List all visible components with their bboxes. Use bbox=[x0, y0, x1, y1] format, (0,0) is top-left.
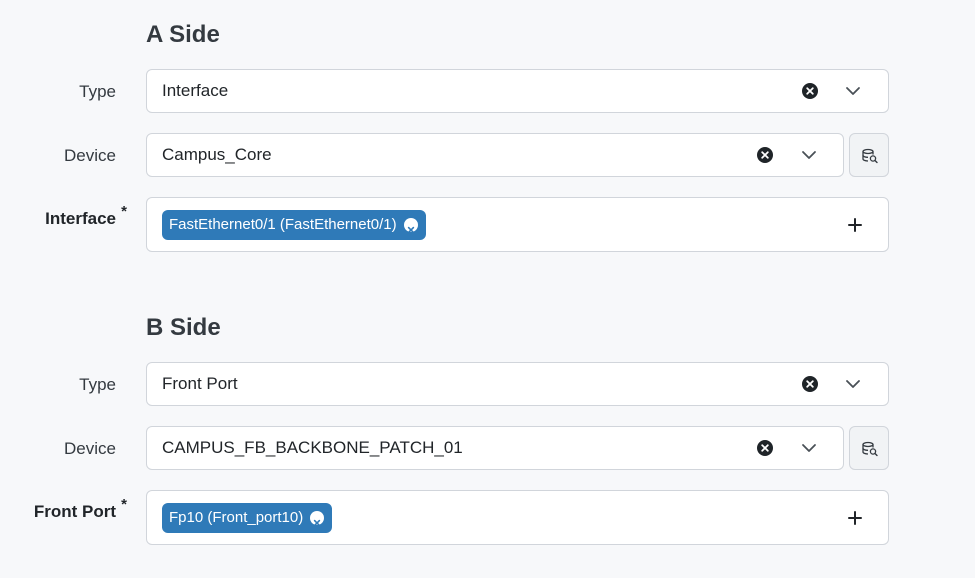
a-side-title: A Side bbox=[146, 21, 220, 48]
a-side-device-value: Campus_Core bbox=[162, 145, 272, 164]
chevron-down-icon[interactable] bbox=[844, 82, 862, 100]
b-side-type-select[interactable]: Front Port bbox=[146, 362, 889, 406]
a-side-device-select[interactable]: Campus_Core bbox=[146, 133, 844, 177]
b-side-front-port-label-text: Front Port bbox=[33, 502, 116, 521]
plus-icon[interactable] bbox=[847, 217, 863, 233]
chevron-down-icon[interactable] bbox=[844, 375, 862, 393]
a-side-type-label: Type bbox=[79, 82, 116, 101]
chevron-down-icon[interactable] bbox=[800, 146, 818, 164]
b-side-device-value: CAMPUS_FB_BACKBONE_PATCH_01 bbox=[162, 438, 463, 457]
b-side-device-label: Device bbox=[64, 439, 116, 458]
b-side-device-selector-button[interactable] bbox=[849, 426, 889, 470]
cable-termination-form: A Side Type Interface Device Campus_Core bbox=[0, 0, 975, 578]
database-search-icon bbox=[862, 148, 878, 164]
a-side-device-selector-button[interactable] bbox=[849, 133, 889, 177]
b-side-title: B Side bbox=[146, 314, 221, 341]
selected-front-port-tag: Fp10 (Front_port10) bbox=[162, 502, 333, 533]
a-side-interface-label: Interface * bbox=[0, 204, 127, 228]
required-marker: * bbox=[121, 496, 127, 513]
clear-icon[interactable] bbox=[757, 147, 773, 163]
b-side-front-port-label: Front Port * bbox=[0, 497, 127, 521]
tag-remove-icon[interactable] bbox=[310, 510, 325, 526]
selected-interface-tag-label: FastEthernet0/1 (FastEthernet0/1) bbox=[169, 215, 397, 233]
required-marker: * bbox=[121, 203, 127, 220]
b-side-front-port-multiselect[interactable]: Fp10 (Front_port10) bbox=[146, 490, 889, 545]
database-search-icon bbox=[862, 441, 878, 457]
plus-icon[interactable] bbox=[847, 510, 863, 526]
a-side-interface-label-text: Interface bbox=[45, 209, 116, 228]
b-side-type-value: Front Port bbox=[162, 374, 238, 393]
tag-remove-icon[interactable] bbox=[403, 217, 418, 233]
clear-icon[interactable] bbox=[757, 440, 773, 456]
b-side-device-select[interactable]: CAMPUS_FB_BACKBONE_PATCH_01 bbox=[146, 426, 844, 470]
a-side-device-label: Device bbox=[64, 146, 116, 165]
selected-interface-tag: FastEthernet0/1 (FastEthernet0/1) bbox=[162, 209, 426, 240]
a-side-type-select[interactable]: Interface bbox=[146, 69, 889, 113]
clear-icon[interactable] bbox=[802, 376, 818, 392]
selected-front-port-tag-label: Fp10 (Front_port10) bbox=[169, 508, 304, 526]
chevron-down-icon[interactable] bbox=[800, 439, 818, 457]
a-side-type-value: Interface bbox=[162, 81, 229, 100]
a-side-interface-multiselect[interactable]: FastEthernet0/1 (FastEthernet0/1) bbox=[146, 197, 889, 252]
b-side-type-label: Type bbox=[79, 375, 116, 394]
clear-icon[interactable] bbox=[802, 83, 818, 99]
